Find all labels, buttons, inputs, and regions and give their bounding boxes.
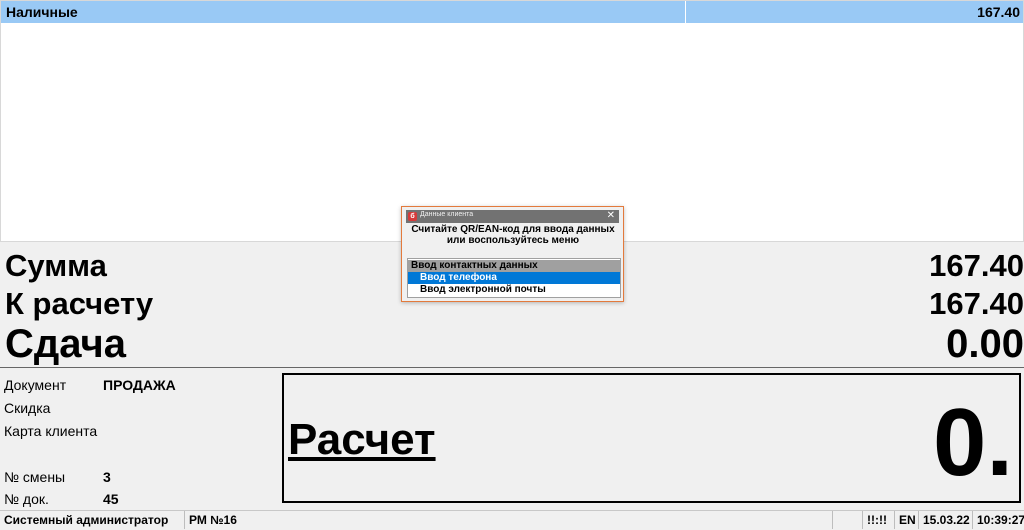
dialog-title-bar[interactable]: б Данные клиента ✕ (406, 210, 619, 223)
discount-label: Скидка (4, 400, 51, 416)
close-icon[interactable]: ✕ (607, 210, 615, 222)
status-time: 10:39:27 (972, 511, 1024, 529)
status-empty-cell (832, 511, 862, 529)
menu-item-email[interactable]: Ввод электронной почты (408, 284, 620, 296)
divider (0, 367, 1024, 368)
status-user: Системный администратор (4, 513, 169, 527)
calc-amount: 0. (932, 389, 1013, 496)
doc-number-value: 45 (103, 491, 119, 507)
status-indicator: !!:!! (862, 511, 894, 529)
status-language: EN (894, 511, 918, 529)
shift-value: 3 (103, 469, 111, 485)
app-logo-icon: б (408, 212, 417, 221)
menu-item-phone[interactable]: Ввод телефона (408, 272, 620, 284)
calc-panel: Расчет 0. (282, 373, 1021, 503)
sum-value: 167.40 (929, 248, 1024, 283)
due-value: 167.40 (929, 286, 1024, 321)
document-label: Документ (4, 377, 67, 393)
dialog-menu[interactable]: Ввод контактных данных Ввод телефона Вво… (407, 258, 621, 298)
payment-row[interactable]: Наличные 167.40 (1, 1, 1023, 23)
client-card-label: Карта клиента (4, 423, 98, 439)
sum-label: Сумма (5, 248, 107, 283)
dialog-message: Считайте QR/EAN-код для ввода данных или… (411, 224, 615, 246)
payment-amount: 167.40 (977, 4, 1020, 20)
change-label: Сдача (5, 322, 126, 366)
due-label: К расчету (5, 286, 154, 321)
column-divider (685, 1, 686, 23)
dialog-title: Данные клиента (420, 211, 474, 218)
status-date: 15.03.22 (918, 511, 972, 529)
status-bar: Системный администратор РМ №16 !!:!! EN … (0, 510, 1024, 530)
client-data-dialog[interactable]: б Данные клиента ✕ Считайте QR/EAN-код д… (401, 206, 624, 302)
change-value: 0.00 (946, 322, 1024, 366)
document-value: ПРОДАЖА (103, 377, 176, 393)
payment-name: Наличные (6, 4, 78, 20)
calc-label: Расчет (288, 415, 436, 464)
status-workplace: РМ №16 (184, 511, 242, 529)
shift-label: № смены (4, 469, 66, 485)
doc-number-label: № док. (4, 491, 49, 507)
menu-group-header: Ввод контактных данных (408, 260, 620, 272)
